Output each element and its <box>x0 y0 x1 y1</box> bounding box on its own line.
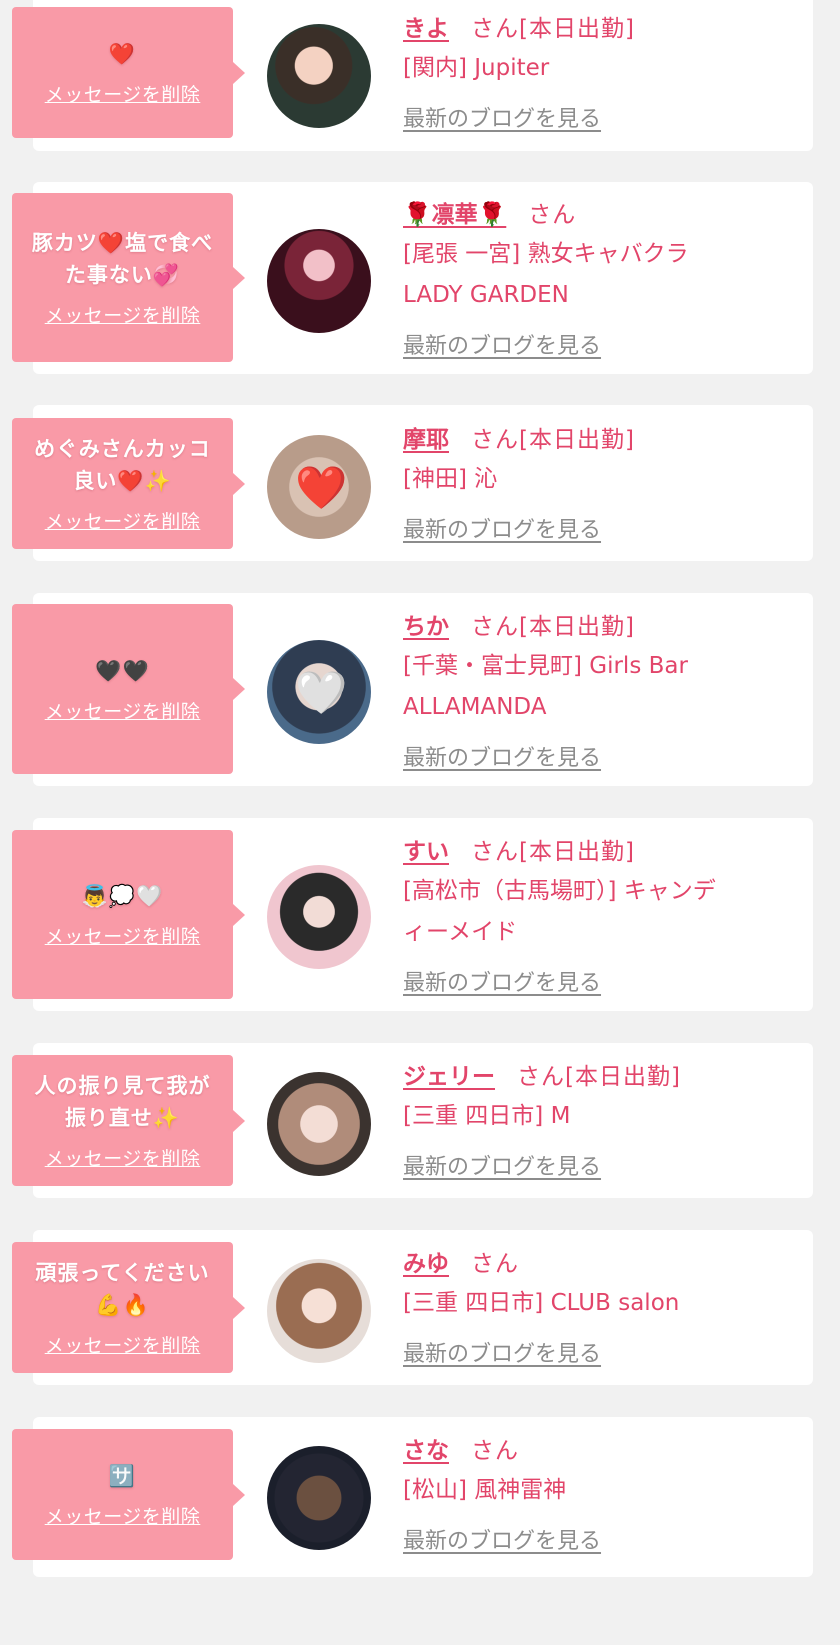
avatar[interactable] <box>267 1259 371 1363</box>
cast-info: きよ さん[本日出勤] [関内] Jupiter 最新のブログを見る <box>403 4 820 133</box>
shop-name: [高松市（古馬場町）] キャンデ ィーメイド <box>403 878 716 945</box>
avatar[interactable] <box>267 229 371 333</box>
message-bubble: 頑張ってください 💪🔥 メッセージを削除 <box>12 1242 245 1373</box>
delete-message-link[interactable]: メッセージを削除 <box>45 697 201 724</box>
honorific-text: さん[本日出勤] <box>471 839 635 865</box>
heart-face-photo-icon: 🤍 <box>295 668 348 717</box>
cast-info: みゆ さん [三重 四日市] CLUB salon 最新のブログを見る <box>403 1239 820 1368</box>
shop-name: [三重 四日市] CLUB salon <box>403 1290 680 1316</box>
heart-face-photo-icon: ❤️ <box>295 463 348 512</box>
honorific-text: さん[本日出勤] <box>471 427 635 453</box>
shop-name: [尾張 一宮] 熟女キャバクラ LADY GARDEN <box>403 241 689 308</box>
latest-blog-link[interactable]: 最新のブログを見る <box>403 328 601 360</box>
latest-blog-link[interactable]: 最新のブログを見る <box>403 1523 601 1555</box>
cast-name-link[interactable]: ジェリー <box>403 1057 495 1091</box>
delete-message-link[interactable]: メッセージを削除 <box>45 922 201 949</box>
message-bubble: 🈂️ メッセージを削除 <box>12 1429 245 1560</box>
cast-name-link[interactable]: ちか <box>403 607 449 641</box>
cast-info: 摩耶 さん[本日出勤] [神田] 沁最新のブログを見る <box>403 415 820 544</box>
name-row: ちか さん[本日出勤] <box>403 602 820 646</box>
latest-blog-link[interactable]: 最新のブログを見る <box>403 965 601 997</box>
shop-name: [三重 四日市] M <box>403 1103 571 1129</box>
delete-message-link[interactable]: メッセージを削除 <box>45 301 201 328</box>
honorific-text: さん[本日出勤] <box>471 16 635 42</box>
message-text: 頑張ってください 💪🔥 <box>35 1261 210 1317</box>
message-list: ❤️ メッセージを削除 きよ さん[本日出勤] [関内] Jupiter 最新のブログを見… <box>0 0 840 1645</box>
cast-name-link[interactable]: 🌹凛華🌹 <box>403 195 506 229</box>
latest-blog-link[interactable]: 最新のブログを見る <box>403 1336 601 1368</box>
latest-blog-link[interactable]: 最新のブログを見る <box>403 512 601 544</box>
avatar[interactable] <box>267 24 371 128</box>
cast-name-link[interactable]: さな <box>403 1431 449 1465</box>
message-bubble: めぐみさんカッコ 良い❤️✨ メッセージを削除 <box>12 418 245 549</box>
avatar[interactable]: 🤍 <box>267 640 371 744</box>
message-bubble: 👼💭🤍 メッセージを削除 <box>12 830 245 999</box>
message-text: 豚カツ❤️塩で食べ た事ない💞 <box>31 231 214 287</box>
message-text: 🈂️ <box>108 1464 137 1488</box>
name-row: きよ さん[本日出勤] <box>403 4 820 48</box>
shop-name: [神田] 沁 <box>403 466 498 492</box>
cast-info: 🌹凛華🌹 さん [尾張 一宮] 熟女キャバクラ LADY GARDEN 最新のブログを… <box>403 190 820 360</box>
avatar[interactable] <box>267 1446 371 1550</box>
avatar[interactable] <box>267 865 371 969</box>
cast-name-link[interactable]: 摩耶 <box>403 420 449 454</box>
name-row: ジェリー さん[本日出勤] <box>403 1052 820 1096</box>
latest-blog-link[interactable]: 最新のブログを見る <box>403 1149 601 1181</box>
cast-name-link[interactable]: みゆ <box>403 1244 449 1278</box>
honorific-text: さん[本日出勤] <box>471 614 635 640</box>
cast-name-link[interactable]: きよ <box>403 9 449 43</box>
honorific-text: さん <box>471 1251 519 1277</box>
message-bubble: 人の振り見て我が 振り直せ✨ メッセージを削除 <box>12 1055 245 1186</box>
name-row: 🌹凛華🌹 さん <box>403 190 820 234</box>
message-bubble: ❤️ メッセージを削除 <box>12 7 245 138</box>
name-row: みゆ さん <box>403 1239 820 1283</box>
cast-name-link[interactable]: すい <box>403 832 449 866</box>
honorific-text: さん[本日出勤] <box>517 1064 681 1090</box>
message-text: 🖤🖤 <box>95 658 150 683</box>
avatar[interactable] <box>267 1072 371 1176</box>
message-text: ❤️ <box>108 42 137 66</box>
shop-name: [松山] 風神雷神 <box>403 1477 567 1503</box>
shop-name: [千葉・富士見町] Girls Bar ALLAMANDA <box>403 653 688 720</box>
name-row: 摩耶 さん[本日出勤] <box>403 415 820 459</box>
delete-message-link[interactable]: メッセージを削除 <box>45 1331 201 1358</box>
delete-message-link[interactable]: メッセージを削除 <box>45 507 201 534</box>
shop-name: [関内] Jupiter <box>403 55 550 81</box>
cast-info: すい さん[本日出勤] [高松市（古馬場町）] キャンデ ィーメイド最新のブログを見… <box>403 827 820 997</box>
avatar[interactable]: ❤️ <box>267 435 371 539</box>
delete-message-link[interactable]: メッセージを削除 <box>45 1144 201 1171</box>
cast-info: ちか さん[本日出勤] [千葉・富士見町] Girls Bar ALLAMANDA 最… <box>403 602 820 772</box>
name-row: さな さん <box>403 1426 820 1470</box>
delete-message-link[interactable]: メッセージを削除 <box>45 1502 201 1529</box>
cast-info: さな さん [松山] 風神雷神最新のブログを見る <box>403 1426 820 1555</box>
latest-blog-link[interactable]: 最新のブログを見る <box>403 101 601 133</box>
message-text: めぐみさんカッコ 良い❤️✨ <box>34 437 211 493</box>
message-text: 人の振り見て我が 振り直せ✨ <box>34 1074 211 1130</box>
cast-info: ジェリー さん[本日出勤] [三重 四日市] M 最新のブログを見る <box>403 1052 820 1181</box>
name-row: すい さん[本日出勤] <box>403 827 820 871</box>
honorific-text: さん <box>528 202 577 228</box>
message-bubble: 🖤🖤 メッセージを削除 <box>12 604 245 774</box>
honorific-text: さん <box>471 1438 519 1464</box>
delete-message-link[interactable]: メッセージを削除 <box>45 80 201 107</box>
latest-blog-link[interactable]: 最新のブログを見る <box>403 740 601 772</box>
message-bubble: 豚カツ❤️塩で食べ た事ない💞 メッセージを削除 <box>12 193 245 362</box>
message-text: 👼💭🤍 <box>81 884 164 908</box>
